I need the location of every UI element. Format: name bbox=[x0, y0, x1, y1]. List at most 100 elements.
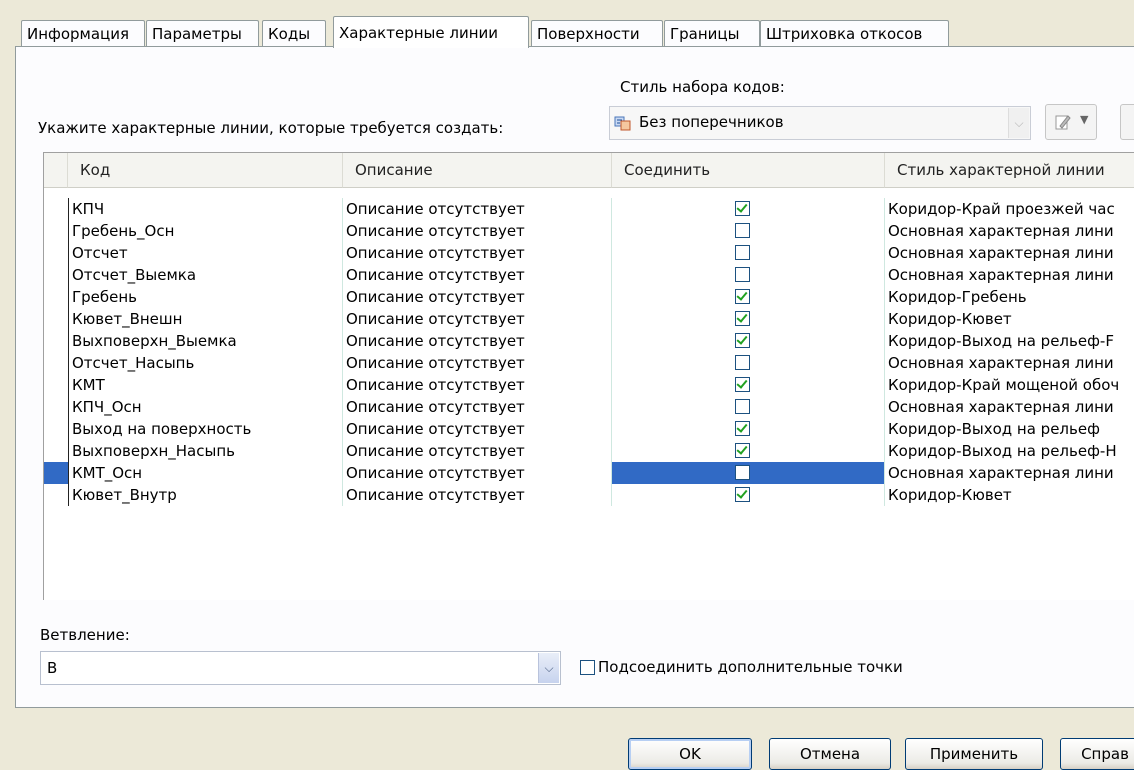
cell-description[interactable]: Описание отсутствует bbox=[343, 440, 612, 462]
connect-checkbox[interactable] bbox=[735, 267, 750, 282]
cell-description[interactable]: Описание отсутствует bbox=[343, 462, 612, 484]
cell-description[interactable]: Описание отсутствует bbox=[343, 286, 612, 308]
cell-code[interactable]: КПЧ_Осн bbox=[68, 396, 343, 418]
cell-style[interactable]: Коридор-Выход на рельеф-Н bbox=[885, 440, 1134, 462]
cell-code[interactable]: Кювет_Внешн bbox=[68, 308, 343, 330]
connect-checkbox[interactable] bbox=[735, 465, 750, 480]
cell-connect[interactable] bbox=[612, 220, 885, 242]
table-row[interactable]: КМТ Описание отсутствует Коридор-Край моще… bbox=[44, 374, 1134, 396]
chevron-down-icon[interactable]: ⌵ bbox=[1008, 108, 1029, 138]
connect-checkbox[interactable] bbox=[735, 289, 750, 304]
connect-checkbox[interactable] bbox=[735, 223, 750, 238]
row-selector[interactable] bbox=[44, 264, 68, 286]
tab-3[interactable]: Характерные линии bbox=[333, 16, 529, 48]
row-selector[interactable] bbox=[44, 220, 68, 242]
connect-checkbox[interactable] bbox=[735, 443, 750, 458]
cell-style[interactable]: Основная характерная лини bbox=[885, 352, 1134, 374]
cell-description[interactable]: Описание отсутствует bbox=[343, 220, 612, 242]
row-selector[interactable] bbox=[44, 440, 68, 462]
tab-4[interactable]: Поверхности bbox=[531, 20, 663, 46]
cell-description[interactable]: Описание отсутствует bbox=[343, 418, 612, 440]
table-row[interactable]: Гребень_Осн Описание отсутствует Основная … bbox=[44, 220, 1134, 242]
connect-checkbox[interactable] bbox=[735, 487, 750, 502]
cell-connect[interactable] bbox=[612, 330, 885, 352]
column-header-style[interactable]: Стиль характерной линии bbox=[885, 153, 1134, 188]
table-row[interactable]: КМТ_Осн Описание отсутствует Основная хара… bbox=[44, 462, 1134, 484]
connect-checkbox[interactable] bbox=[735, 355, 750, 370]
table-row[interactable]: Выхповерхн_Насыпь Описание отсутствует Кор… bbox=[44, 440, 1134, 462]
cell-description[interactable]: Описание отсутствует bbox=[343, 264, 612, 286]
branching-select[interactable]: В ⌵ bbox=[40, 651, 561, 685]
cancel-button[interactable]: Отмена bbox=[769, 738, 891, 770]
cell-style[interactable]: Основная характерная лини bbox=[885, 220, 1134, 242]
cell-style[interactable]: Основная характерная лини bbox=[885, 264, 1134, 286]
row-selector[interactable] bbox=[44, 330, 68, 352]
cell-code[interactable]: Отсчет bbox=[68, 242, 343, 264]
preview-button[interactable] bbox=[1120, 104, 1134, 140]
row-selector[interactable] bbox=[44, 352, 68, 374]
cell-description[interactable]: Описание отсутствует bbox=[343, 374, 612, 396]
cell-code[interactable]: Выход на поверхность bbox=[68, 418, 343, 440]
cell-description[interactable]: Описание отсутствует bbox=[343, 396, 612, 418]
connect-checkbox[interactable] bbox=[735, 245, 750, 260]
table-row[interactable]: Отсчет_Выемка Описание отсутствует Основна… bbox=[44, 264, 1134, 286]
row-selector[interactable] bbox=[44, 418, 68, 440]
cell-connect[interactable] bbox=[612, 462, 885, 484]
cell-connect[interactable] bbox=[612, 352, 885, 374]
cell-style[interactable]: Основная характерная лини bbox=[885, 462, 1134, 484]
cell-connect[interactable] bbox=[612, 440, 885, 462]
tab-5[interactable]: Границы bbox=[664, 20, 760, 46]
row-selector[interactable] bbox=[44, 242, 68, 264]
table-row[interactable]: Выход на поверхность Описание отсутствует… bbox=[44, 418, 1134, 440]
table-row[interactable]: Кювет_Внутр Описание отсутствует Коридор-К… bbox=[44, 484, 1134, 506]
row-selector[interactable] bbox=[44, 198, 68, 220]
cell-code[interactable]: Кювет_Внутр bbox=[68, 484, 343, 506]
column-header-code[interactable]: Код bbox=[68, 153, 343, 188]
cell-code[interactable]: Выхповерхн_Насыпь bbox=[68, 440, 343, 462]
cell-connect[interactable] bbox=[612, 374, 885, 396]
cell-style[interactable]: Коридор-Кювет bbox=[885, 484, 1134, 506]
cell-code[interactable]: Отсчет_Выемка bbox=[68, 264, 343, 286]
row-selector[interactable] bbox=[44, 484, 68, 506]
tab-2[interactable]: Коды bbox=[262, 20, 326, 46]
cell-description[interactable]: Описание отсутствует bbox=[343, 198, 612, 220]
cell-description[interactable]: Описание отсутствует bbox=[343, 242, 612, 264]
ok-button[interactable]: OK bbox=[628, 738, 752, 770]
cell-style[interactable]: Основная характерная лини bbox=[885, 396, 1134, 418]
connect-extra-points-label[interactable]: Подсоединить дополнительные точки bbox=[598, 658, 903, 676]
row-selector[interactable] bbox=[44, 308, 68, 330]
cell-code[interactable]: КМТ_Осн bbox=[68, 462, 343, 484]
cell-description[interactable]: Описание отсутствует bbox=[343, 484, 612, 506]
connect-checkbox[interactable] bbox=[735, 421, 750, 436]
tab-1[interactable]: Параметры bbox=[146, 20, 259, 46]
table-row[interactable]: КПЧ_Осн Описание отсутствует Основная хара… bbox=[44, 396, 1134, 418]
cell-style[interactable]: Коридор-Выход на рельеф-F bbox=[885, 330, 1134, 352]
help-button[interactable]: Справ bbox=[1060, 738, 1134, 770]
cell-connect[interactable] bbox=[612, 484, 885, 506]
row-selector[interactable] bbox=[44, 462, 68, 484]
cell-connect[interactable] bbox=[612, 242, 885, 264]
cell-style[interactable]: Основная характерная лини bbox=[885, 242, 1134, 264]
cell-description[interactable]: Описание отсутствует bbox=[343, 352, 612, 374]
cell-code[interactable]: КПЧ bbox=[68, 198, 343, 220]
row-selector[interactable] bbox=[44, 374, 68, 396]
cell-connect[interactable] bbox=[612, 198, 885, 220]
connect-checkbox[interactable] bbox=[735, 201, 750, 216]
cell-code[interactable]: Отсчет_Насыпь bbox=[68, 352, 343, 374]
code-set-style-select[interactable]: Без поперечников ⌵ bbox=[609, 106, 1031, 140]
cell-connect[interactable] bbox=[612, 418, 885, 440]
row-selector[interactable] bbox=[44, 286, 68, 308]
column-header-description[interactable]: Описание bbox=[343, 153, 612, 188]
cell-description[interactable]: Описание отсутствует bbox=[343, 308, 612, 330]
cell-code[interactable]: Гребень bbox=[68, 286, 343, 308]
cell-style[interactable]: Коридор-Выход на рельеф bbox=[885, 418, 1134, 440]
apply-button[interactable]: Применить bbox=[905, 738, 1043, 770]
cell-style[interactable]: Коридор-Край проезжей час bbox=[885, 198, 1134, 220]
cell-style[interactable]: Коридор-Кювет bbox=[885, 308, 1134, 330]
cell-style[interactable]: Коридор-Край мощеной обоч bbox=[885, 374, 1134, 396]
table-row[interactable]: Гребень Описание отсутствует Коридор-Гребе… bbox=[44, 286, 1134, 308]
connect-checkbox[interactable] bbox=[735, 311, 750, 326]
table-row[interactable]: Кювет_Внешн Описание отсутствует Коридор-К… bbox=[44, 308, 1134, 330]
cell-connect[interactable] bbox=[612, 286, 885, 308]
table-row[interactable]: Выхповерхн_Выемка Описание отсутствует Кор… bbox=[44, 330, 1134, 352]
